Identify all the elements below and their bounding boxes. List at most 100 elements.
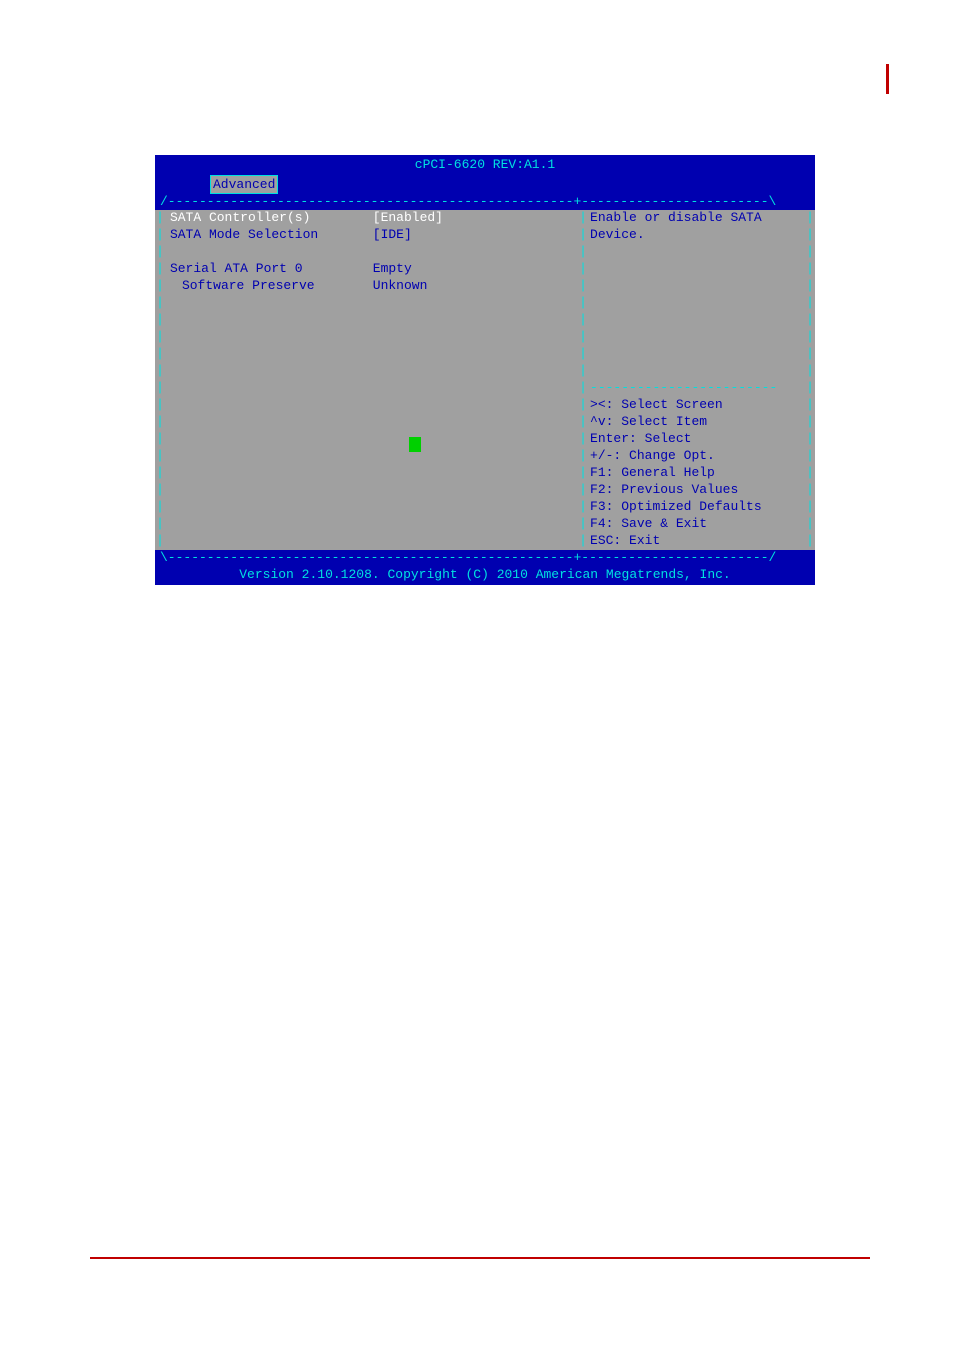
empty-row xyxy=(165,346,578,363)
empty-row xyxy=(165,414,578,431)
empty-row xyxy=(165,499,578,516)
border-pipe: | xyxy=(155,363,165,380)
nav-enter: Enter: Select xyxy=(588,431,805,448)
border-pipe: | xyxy=(155,210,165,227)
border-pipe: | xyxy=(805,244,815,261)
nav-select-screen: ><: Select Screen xyxy=(588,397,805,414)
border-pipe: | xyxy=(155,516,165,533)
empty-row xyxy=(165,431,578,448)
empty-row xyxy=(165,465,578,482)
border-pipe: | xyxy=(578,380,588,397)
border-pipe: | xyxy=(805,431,815,448)
nav-esc: ESC: Exit xyxy=(588,533,805,550)
border-pipe: | xyxy=(578,516,588,533)
border-pipe: | xyxy=(805,482,815,499)
border-pipe: | xyxy=(805,380,815,397)
border-pipe: | xyxy=(578,295,588,312)
tab-advanced[interactable]: Advanced xyxy=(210,175,278,195)
border-pipe: | xyxy=(578,448,588,465)
empty-row xyxy=(165,533,578,550)
empty-row xyxy=(165,363,578,380)
bios-screen: cPCI-6620 REV:A1.1 Advanced /-----------… xyxy=(155,155,815,585)
border-pipe: | xyxy=(805,448,815,465)
border-pipe: | xyxy=(155,312,165,329)
border-pipe: | xyxy=(155,397,165,414)
bios-footer: Version 2.10.1208. Copyright (C) 2010 Am… xyxy=(155,565,815,585)
setting-row-sata-mode[interactable]: SATA Mode Selection [IDE] xyxy=(165,227,578,244)
border-pipe: | xyxy=(155,329,165,346)
border-pipe: | xyxy=(578,312,588,329)
tab-bar: Advanced xyxy=(155,175,815,195)
nav-f3: F3: Optimized Defaults xyxy=(588,499,805,516)
border-pipe: | xyxy=(805,363,815,380)
setting-value: Empty xyxy=(373,261,412,277)
border-pipe: | xyxy=(578,210,588,227)
empty-row xyxy=(165,380,578,397)
border-pipe: | xyxy=(805,210,815,227)
border-pipe: | xyxy=(155,414,165,431)
border-pipe: | xyxy=(578,227,588,244)
empty-row xyxy=(165,482,578,499)
empty-help xyxy=(588,346,805,363)
empty-row xyxy=(165,295,578,312)
border-pipe: | xyxy=(578,346,588,363)
nav-f4: F4: Save & Exit xyxy=(588,516,805,533)
border-pipe: | xyxy=(578,244,588,261)
empty-help xyxy=(588,329,805,346)
help-text-line: Enable or disable SATA xyxy=(588,210,805,227)
setting-label: SATA Mode Selection xyxy=(170,227,365,243)
border-pipe: | xyxy=(578,499,588,516)
empty-help xyxy=(588,295,805,312)
help-separator: ------------------------ xyxy=(588,380,805,397)
page-cursor xyxy=(886,64,889,94)
border-pipe: | xyxy=(805,312,815,329)
empty-help xyxy=(588,244,805,261)
border-pipe: | xyxy=(578,261,588,278)
border-pipe: | xyxy=(578,363,588,380)
empty-row xyxy=(165,516,578,533)
bios-content: | SATA Controller(s) [Enabled] | Enable … xyxy=(155,210,815,550)
setting-row-sata-controller[interactable]: SATA Controller(s) [Enabled] xyxy=(165,210,578,227)
border-pipe: | xyxy=(155,380,165,397)
border-pipe: | xyxy=(578,533,588,550)
border-pipe: | xyxy=(805,499,815,516)
empty-help xyxy=(588,261,805,278)
border-pipe: | xyxy=(155,533,165,550)
border-pipe: | xyxy=(805,278,815,295)
setting-label: Software Preserve xyxy=(170,278,365,294)
empty-row xyxy=(165,329,578,346)
border-pipe: | xyxy=(805,261,815,278)
border-pipe: | xyxy=(578,329,588,346)
border-pipe: | xyxy=(155,227,165,244)
border-top: /---------------------------------------… xyxy=(155,194,815,210)
empty-help xyxy=(588,312,805,329)
cursor-block xyxy=(409,437,421,452)
border-pipe: | xyxy=(155,499,165,516)
bios-title: cPCI-6620 REV:A1.1 xyxy=(155,155,815,175)
setting-value: [Enabled] xyxy=(373,210,443,226)
border-pipe: | xyxy=(155,431,165,448)
setting-row-sata-port0[interactable]: Serial ATA Port 0 Empty xyxy=(165,261,578,278)
border-pipe: | xyxy=(155,448,165,465)
border-pipe: | xyxy=(578,278,588,295)
empty-help xyxy=(588,363,805,380)
border-pipe: | xyxy=(805,516,815,533)
border-pipe: | xyxy=(155,261,165,278)
border-bottom: \---------------------------------------… xyxy=(155,550,815,566)
nav-f2: F2: Previous Values xyxy=(588,482,805,499)
empty-row xyxy=(165,312,578,329)
setting-value: [IDE] xyxy=(373,227,412,243)
border-pipe: | xyxy=(805,533,815,550)
border-pipe: | xyxy=(805,397,815,414)
border-pipe: | xyxy=(578,482,588,499)
setting-label: SATA Controller(s) xyxy=(170,210,365,226)
setting-label: Serial ATA Port 0 xyxy=(170,261,365,277)
nav-change-opt: +/-: Change Opt. xyxy=(588,448,805,465)
border-pipe: | xyxy=(578,397,588,414)
setting-value: Unknown xyxy=(373,278,428,294)
border-pipe: | xyxy=(578,414,588,431)
border-pipe: | xyxy=(805,227,815,244)
empty-help xyxy=(588,278,805,295)
border-pipe: | xyxy=(155,465,165,482)
setting-row-software-preserve[interactable]: Software Preserve Unknown xyxy=(165,278,578,295)
